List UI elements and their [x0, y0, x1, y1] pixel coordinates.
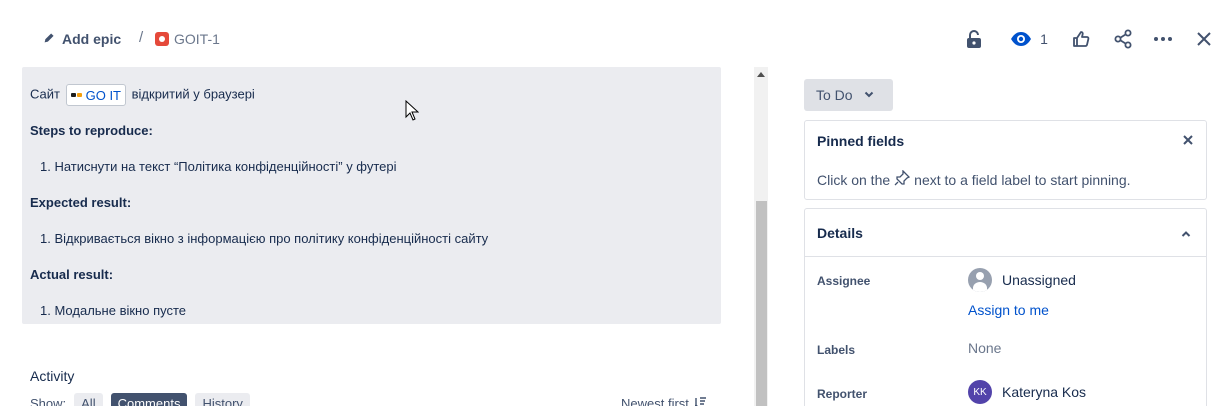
details-header[interactable]: Details	[805, 209, 1206, 257]
lock-icon[interactable]	[964, 27, 984, 51]
scrollbar-thumb[interactable]	[756, 201, 767, 406]
pinned-hint-prefix: Click on the	[817, 171, 891, 188]
pinned-fields-title: Pinned fields	[817, 133, 905, 149]
avatar: KK	[968, 380, 992, 404]
assignee-label: Assignee	[817, 274, 871, 288]
issue-key-label: GOIT-1	[174, 31, 220, 47]
reporter-label: Reporter	[817, 387, 868, 401]
intro-prefix: Сайт	[30, 86, 60, 102]
pin-icon	[894, 169, 911, 189]
pinned-close-icon[interactable]	[1182, 133, 1194, 149]
pinned-hint-suffix: next to a field label to start pinning.	[914, 171, 1131, 188]
actual-item: 1. Модальне вікно пусте	[40, 303, 187, 318]
labels-value[interactable]: None	[968, 340, 1001, 356]
issue-key-link[interactable]: GOIT-1	[155, 28, 220, 50]
details-card: Details Assignee Unassigned Assign to me…	[804, 208, 1207, 406]
description-panel[interactable]: Сайт GO IT відкритий у браузері Steps to…	[22, 67, 721, 324]
mouse-cursor-icon	[405, 99, 420, 124]
eye-icon	[1010, 31, 1032, 47]
close-icon[interactable]	[1194, 27, 1214, 51]
watch-count: 1	[1040, 31, 1048, 47]
sort-icon	[694, 396, 707, 406]
go-it-smart-link[interactable]: GO IT	[65, 84, 126, 106]
go-it-logo-icon	[70, 93, 82, 97]
filter-comments[interactable]: Comments	[110, 393, 188, 406]
assignee-value[interactable]: Unassigned	[968, 268, 1076, 292]
scroll-up-icon[interactable]	[757, 72, 765, 77]
avatar-placeholder-icon	[968, 268, 992, 292]
pinned-hint: Click on the next to a field label to st…	[817, 169, 1131, 189]
expected-item: 1. Відкривається вікно з інформацією про…	[40, 231, 489, 246]
expected-heading: Expected result:	[30, 195, 132, 210]
activity-filter-row: Show: All Comments History	[30, 393, 250, 406]
assignee-name: Unassigned	[1002, 272, 1076, 288]
smart-link-text: GO IT	[85, 87, 121, 103]
more-icon[interactable]	[1152, 27, 1174, 51]
sort-label: Newest first	[621, 396, 689, 406]
activity-title: Activity	[30, 368, 75, 384]
details-title: Details	[817, 225, 863, 241]
issue-header: Add epic / GOIT-1 1	[0, 0, 1224, 66]
assign-to-me-link[interactable]: Assign to me	[968, 302, 1049, 318]
add-epic-button[interactable]: Add epic	[43, 28, 121, 50]
intro-suffix: відкритий у браузері	[131, 86, 255, 102]
thumbs-up-icon[interactable]	[1071, 27, 1091, 51]
breadcrumb-separator: /	[139, 29, 144, 46]
watch-button[interactable]: 1	[1009, 27, 1049, 51]
intro-line: Сайт GO IT відкритий у браузері	[30, 84, 255, 106]
labels-label: Labels	[817, 343, 856, 357]
bug-icon	[155, 32, 169, 46]
chevron-up-icon[interactable]	[1180, 227, 1192, 243]
steps-heading: Steps to reproduce:	[30, 123, 153, 138]
steps-item: 1. Натиснути на текст “Політика конфіден…	[40, 159, 397, 174]
reporter-value[interactable]: KK Kateryna Kos	[968, 380, 1086, 404]
add-epic-label: Add epic	[62, 31, 122, 47]
share-icon[interactable]	[1113, 27, 1133, 51]
show-label: Show:	[30, 396, 67, 406]
pencil-icon	[43, 31, 56, 47]
pinned-fields-card: Pinned fields Click on the next to a fie…	[804, 120, 1207, 200]
filter-all[interactable]: All	[74, 393, 103, 406]
actual-heading: Actual result:	[30, 267, 114, 282]
reporter-name: Kateryna Kos	[1002, 384, 1087, 400]
status-label: To Do	[816, 87, 853, 103]
status-dropdown[interactable]: To Do	[804, 79, 893, 111]
chevron-down-icon	[863, 87, 875, 103]
filter-history[interactable]: History	[195, 393, 250, 406]
sort-toggle[interactable]: Newest first	[621, 396, 707, 406]
